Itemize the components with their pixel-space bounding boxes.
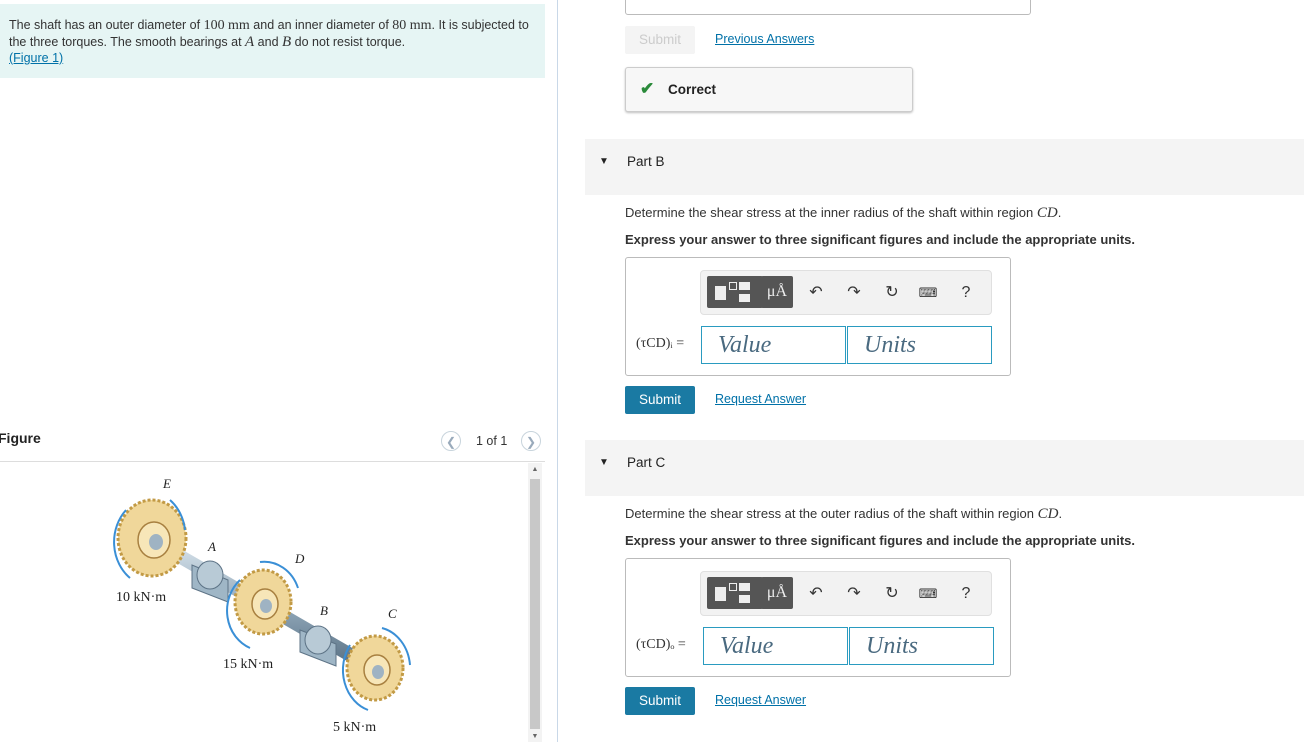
correct-label: Correct (668, 82, 717, 97)
torque-label-15: 15 kN·m (223, 657, 273, 672)
scroll-up-icon[interactable]: ▲ (528, 466, 542, 473)
part-b-units-input[interactable]: Units (847, 326, 992, 364)
part-c-title: Part C (627, 455, 666, 470)
bearing-b (299, 625, 337, 667)
part-c-answer-box: μÅ ↶ ↷ ↻ ⌨ ? (τCD)ₒ = Value Units (625, 558, 1011, 677)
label-e: E (162, 476, 171, 491)
scroll-down-icon[interactable]: ▼ (528, 733, 542, 740)
figure-divider (0, 461, 545, 462)
torque-label-5: 5 kN·m (333, 720, 376, 735)
label-a: A (207, 539, 216, 554)
part-b-title: Part B (627, 154, 665, 169)
part-c-header[interactable]: ▼ Part C (585, 440, 1304, 496)
keyboard-icon[interactable]: ⌨ (917, 583, 939, 605)
chevron-left-icon: ❮ (445, 435, 457, 449)
figure-link[interactable]: (Figure 1) (9, 51, 63, 65)
shaft-figure: E A D B C 10 kN·m 15 kN·m 5 kN·m (113, 476, 411, 735)
part-b-question: Determine the shear stress at the inner … (625, 205, 1062, 221)
units-icon[interactable]: μÅ (761, 276, 793, 308)
part-b-request-answer-link[interactable]: Request Answer (715, 392, 806, 406)
part-c-request-answer-link[interactable]: Request Answer (715, 693, 806, 707)
panel-divider (557, 0, 558, 742)
templates-icon[interactable] (707, 276, 763, 308)
help-icon[interactable]: ? (955, 282, 977, 304)
redo-icon[interactable]: ↷ (843, 282, 865, 304)
figure-scroll-thumb[interactable] (530, 479, 540, 729)
part-b-value-input[interactable]: Value (701, 326, 846, 364)
reset-icon[interactable]: ↻ (881, 583, 903, 605)
checkmark-icon: ✔ (640, 79, 655, 98)
part-c-question: Determine the shear stress at the outer … (625, 506, 1063, 522)
part-b-answer-box: μÅ ↶ ↷ ↻ ⌨ ? (τCD)ᵢ = Value Units (625, 257, 1011, 376)
part-c-submit-button[interactable]: Submit (625, 687, 695, 715)
part-c-units-input[interactable]: Units (849, 627, 994, 665)
problem-statement: The shaft has an outer diameter of 100 m… (9, 18, 529, 65)
undo-icon[interactable]: ↶ (805, 583, 827, 605)
figure-title: Figure (0, 430, 41, 446)
redo-icon[interactable]: ↷ (843, 583, 865, 605)
part-c-variable-label: (τCD)ₒ = (636, 637, 686, 652)
undo-icon[interactable]: ↶ (805, 282, 827, 304)
part-b-submit-button[interactable]: Submit (625, 386, 695, 414)
templates-icon[interactable] (707, 577, 763, 609)
previous-answers-link[interactable]: Previous Answers (715, 32, 814, 46)
next-figure-button[interactable]: ❯ (521, 431, 541, 451)
gear-e (116, 498, 188, 578)
part-b-header[interactable]: ▼ Part B (585, 139, 1304, 195)
part-b-instruction: Express your answer to three significant… (625, 232, 1135, 247)
gear-c (345, 634, 405, 702)
chevron-right-icon: ❯ (525, 435, 537, 449)
keyboard-icon[interactable]: ⌨ (917, 282, 939, 304)
bearing-a (191, 560, 229, 603)
label-b: B (320, 603, 328, 618)
part-c-instruction: Express your answer to three significant… (625, 533, 1135, 548)
part-b-variable-label: (τCD)ᵢ = (636, 336, 685, 351)
label-d: D (294, 551, 305, 566)
help-icon[interactable]: ? (955, 583, 977, 605)
part-c-math-toolbar: μÅ ↶ ↷ ↻ ⌨ ? (700, 571, 992, 616)
gear-d (233, 568, 293, 636)
units-icon[interactable]: μÅ (761, 577, 793, 609)
correct-feedback: ✔ Correct (625, 67, 913, 112)
caret-down-icon: ▼ (599, 156, 609, 167)
caret-down-icon: ▼ (599, 457, 609, 468)
torque-label-10: 10 kN·m (116, 590, 166, 605)
prev-figure-button[interactable]: ❮ (441, 431, 461, 451)
part-a-answer-field (625, 0, 1031, 15)
part-a-submit-button: Submit (625, 26, 695, 54)
part-b-math-toolbar: μÅ ↶ ↷ ↻ ⌨ ? (700, 270, 992, 315)
label-c: C (388, 606, 397, 621)
figure-pager-label: 1 of 1 (476, 434, 508, 448)
part-c-value-input[interactable]: Value (703, 627, 848, 665)
reset-icon[interactable]: ↻ (881, 282, 903, 304)
